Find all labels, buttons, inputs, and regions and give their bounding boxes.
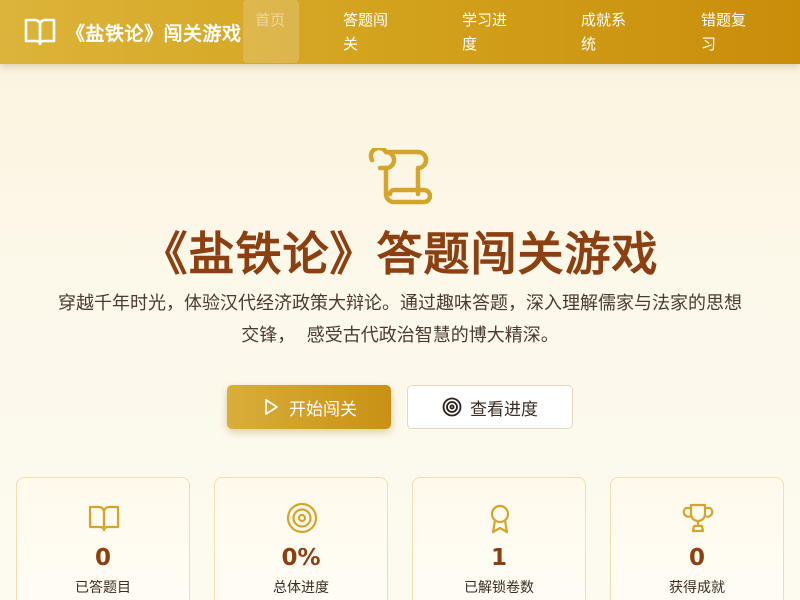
nav-item-label: 首页 bbox=[255, 11, 286, 29]
stat-label: 已答题目 bbox=[75, 580, 131, 596]
stat-card-unlocked: 1 已解锁卷数 bbox=[412, 477, 586, 600]
nav-item-review[interactable]: 错题复习 bbox=[701, 0, 757, 64]
open-book-icon[interactable] bbox=[24, 17, 56, 47]
award-icon bbox=[490, 504, 510, 534]
stat-value: 1 bbox=[490, 545, 507, 571]
nav-item-quiz[interactable]: 答题闯关 bbox=[343, 0, 399, 64]
app-title[interactable]: 《盐铁论》闯关游戏 bbox=[66, 19, 242, 46]
nav-item-label: 错题复习 bbox=[701, 11, 747, 53]
trophy-icon bbox=[682, 503, 714, 533]
target-icon bbox=[442, 397, 462, 417]
stat-value: 0 bbox=[688, 545, 705, 571]
nav-item-progress[interactable]: 学习进度 bbox=[462, 0, 518, 64]
play-icon bbox=[265, 399, 278, 415]
view-progress-button[interactable]: 查看进度 bbox=[407, 385, 573, 429]
start-button[interactable]: 开始闯关 bbox=[227, 385, 391, 429]
scroll-icon bbox=[368, 148, 432, 205]
hero-subtitle: 穿越千年时光，体验汉代经济政策大辩论。通过趣味答题，深入理解儒家与法家的思想 交… bbox=[14, 288, 786, 352]
target-icon bbox=[286, 502, 318, 534]
top-nav-bar: 《盐铁论》闯关游戏 首页 答题闯关 学习进度 成就系统 错题复习 bbox=[0, 0, 800, 64]
stat-value: 0 bbox=[94, 545, 111, 571]
nav-item-label: 成就系统 bbox=[581, 11, 627, 53]
stat-card-progress: 0% 总体进度 bbox=[214, 477, 388, 600]
nav-item-label: 学习进度 bbox=[462, 11, 508, 53]
hero-title: 《盐铁论》答题闯关游戏 bbox=[141, 227, 659, 281]
stat-label: 总体进度 bbox=[273, 580, 329, 596]
stat-label: 已解锁卷数 bbox=[464, 580, 534, 596]
nav-item-home[interactable]: 首页 bbox=[243, 0, 299, 63]
start-button-label: 开始闯关 bbox=[289, 399, 357, 420]
stat-card-achievements: 0 获得成就 bbox=[610, 477, 784, 600]
stat-card-answered: 0 已答题目 bbox=[16, 477, 190, 600]
stat-value: 0% bbox=[281, 545, 321, 571]
view-progress-label: 查看进度 bbox=[470, 399, 538, 420]
nav-item-label: 答题闯关 bbox=[343, 11, 389, 53]
stat-label: 获得成就 bbox=[669, 580, 725, 596]
book-icon bbox=[88, 505, 120, 532]
nav-item-achievements[interactable]: 成就系统 bbox=[581, 0, 637, 64]
hero-subtitle-line: 穿越千年时光，体验汉代经济政策大辩论。通过趣味答题，深入理解儒家与法家的思想 bbox=[58, 293, 742, 314]
hero-subtitle-line: 交锋， 感受古代政治智慧的博大精深。 bbox=[241, 325, 559, 346]
